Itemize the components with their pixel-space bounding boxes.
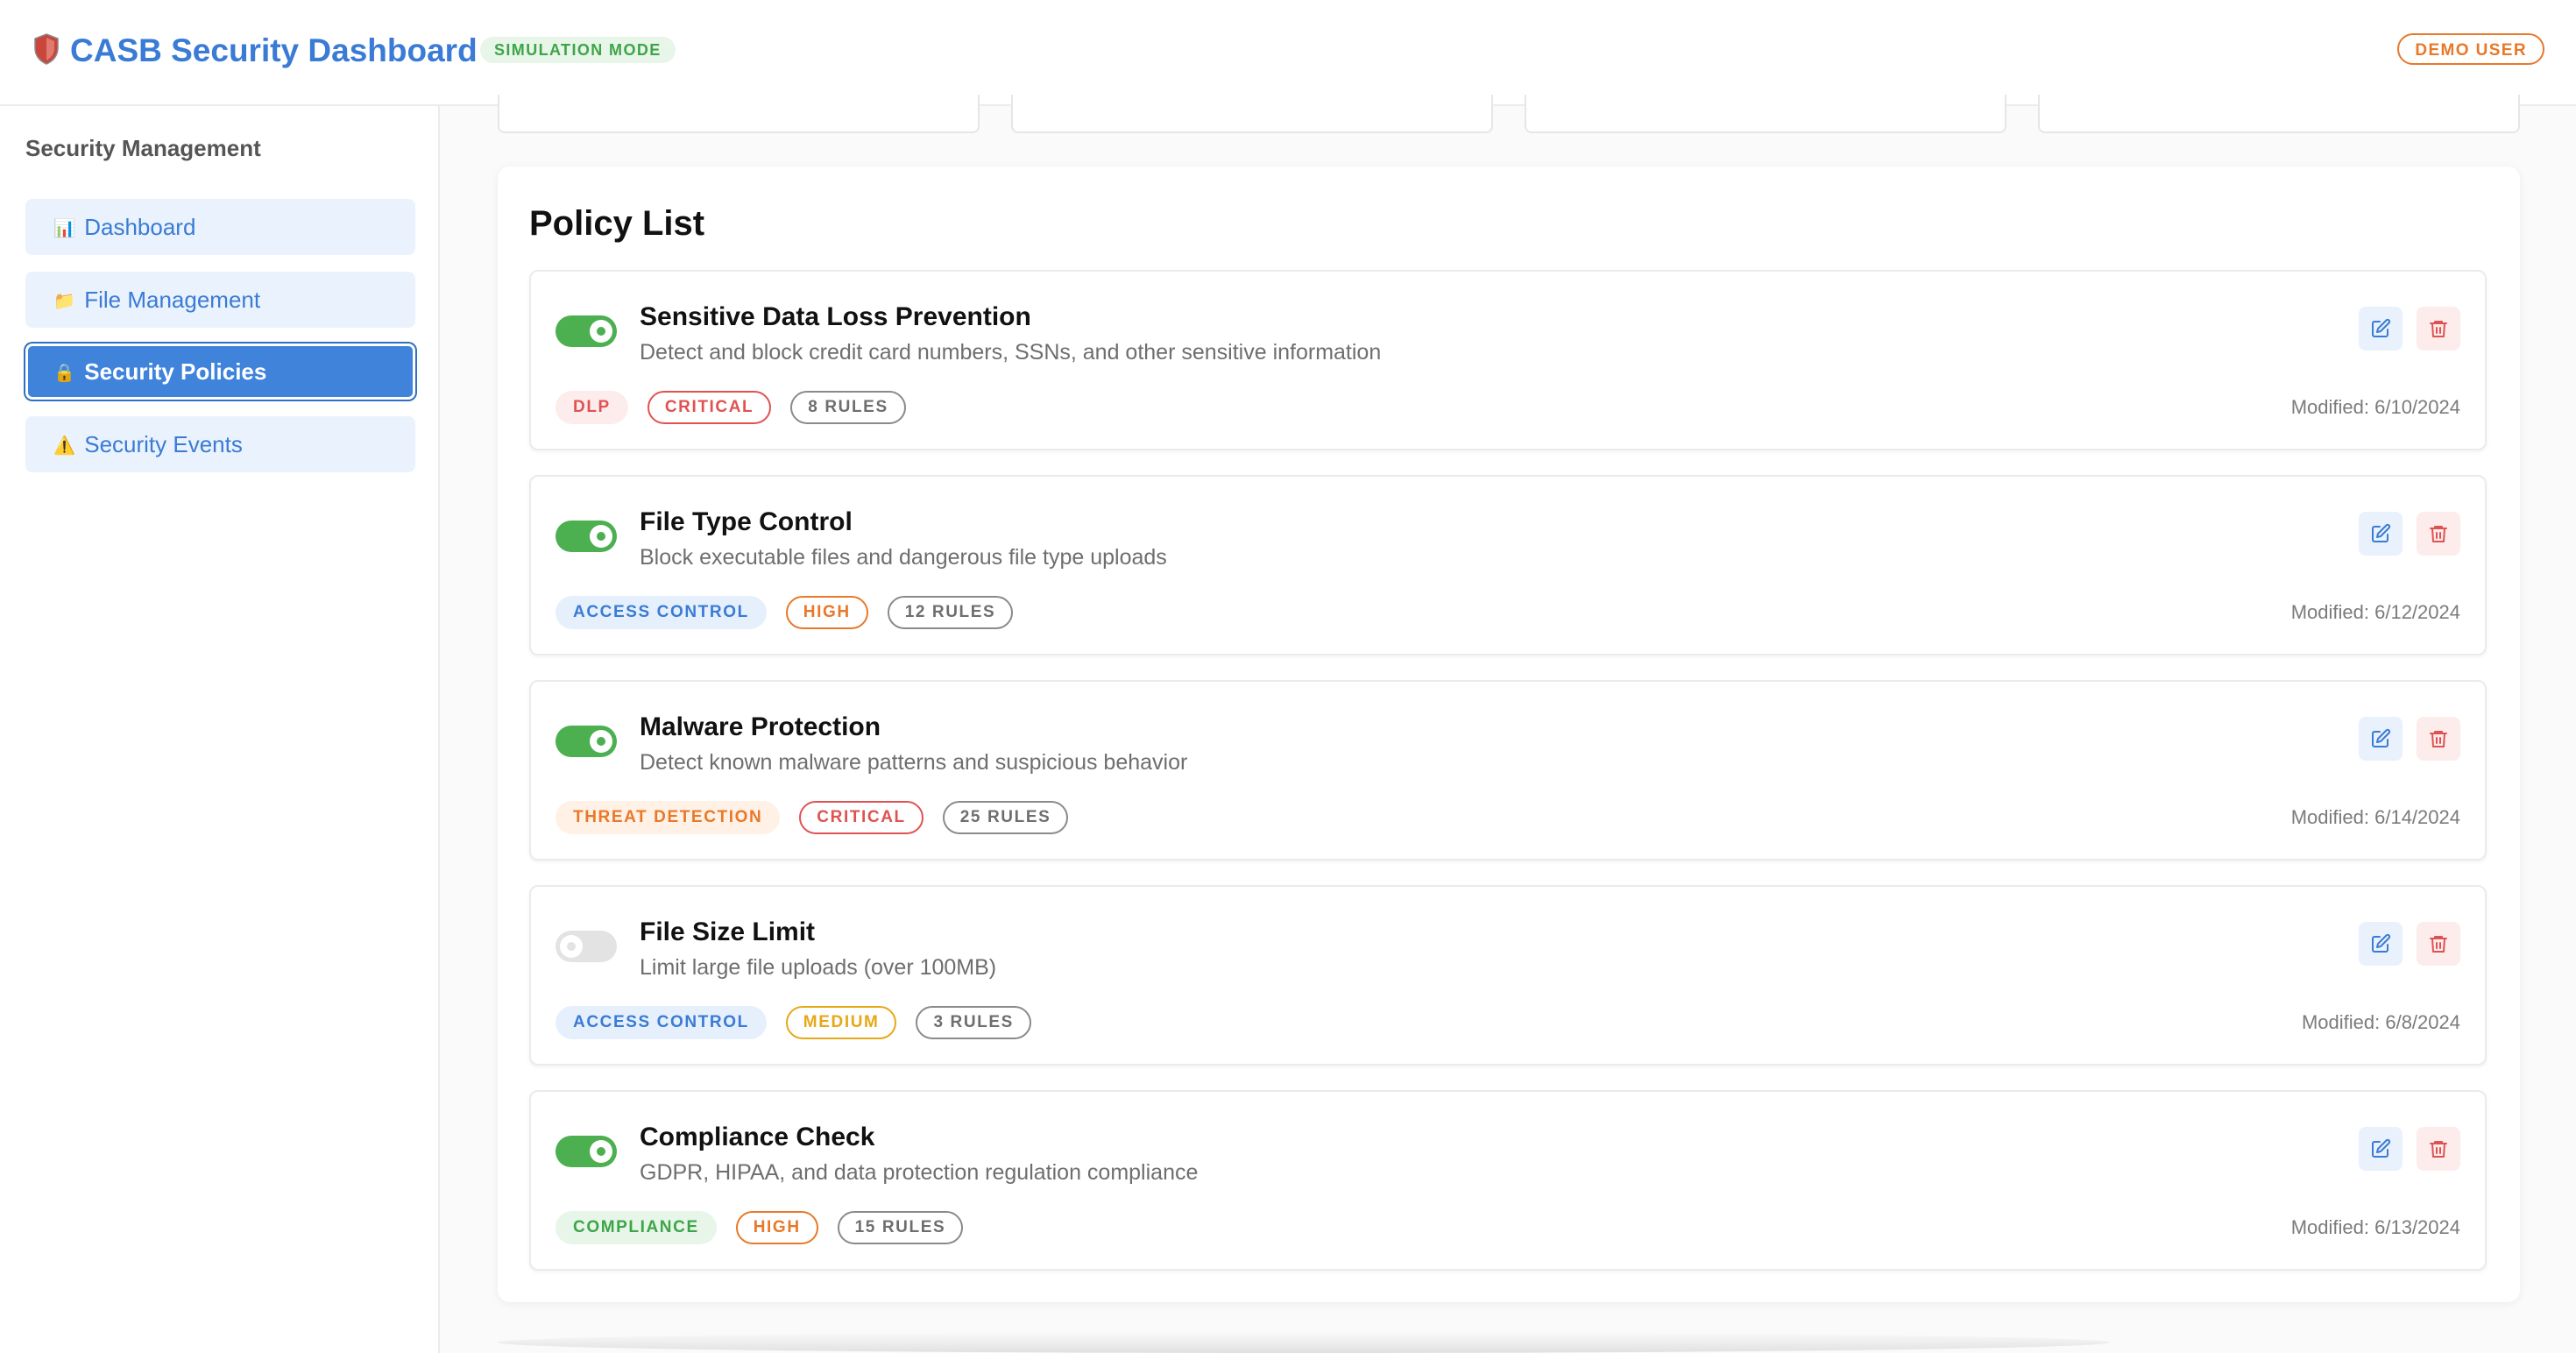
stat-card [2038,95,2520,133]
toggle-knob [590,320,612,343]
delete-button[interactable] [2417,512,2460,556]
rules-count-tag: 12 RULES [887,596,1014,629]
scroll-shadow [498,1332,2110,1353]
rules-count-tag: 8 RULES [790,391,906,424]
sidebar-item-label: File Management [84,287,261,313]
policy-card: Sensitive Data Loss Prevention Detect an… [529,270,2487,450]
modified-date: Modified: 6/10/2024 [2290,396,2460,418]
severity-tag: HIGH [785,596,868,629]
stat-card [1011,95,1493,133]
stat-card [498,95,980,133]
sidebar-item-label: Security Events [84,431,243,457]
policy-toggle[interactable] [556,1136,617,1167]
category-tag: DLP [556,391,628,424]
delete-button[interactable] [2417,307,2460,351]
warning-icon: ⚠️ [53,436,75,457]
policy-description: Block executable files and dangerous fil… [640,545,1167,570]
trash-icon [2430,1141,2447,1158]
policy-list-panel: Policy List Sensitive Data Loss Preventi… [498,166,2520,1302]
edit-button[interactable] [2359,1127,2403,1171]
bar-chart-icon: 📊 [53,219,75,239]
edit-button[interactable] [2359,512,2403,556]
trash-icon [2430,731,2447,747]
policy-name: Malware Protection [640,712,881,741]
lock-icon: 🔒 [53,364,75,384]
rules-count-tag: 25 RULES [942,801,1069,834]
policy-toggle[interactable] [556,521,617,552]
toggle-knob [590,525,612,548]
severity-tag: HIGH [735,1211,818,1244]
delete-button[interactable] [2417,922,2460,966]
folder-icon: 📁 [53,292,75,312]
policy-name: File Size Limit [640,917,816,946]
edit-button[interactable] [2359,717,2403,761]
policy-description: Detect known malware patterns and suspic… [640,750,1188,775]
toggle-knob [590,1140,612,1163]
policy-toggle[interactable] [556,726,617,757]
modified-date: Modified: 6/8/2024 [2301,1011,2460,1033]
severity-tag: CRITICAL [799,801,924,834]
delete-button[interactable] [2417,717,2460,761]
policy-tags: THREAT DETECTION CRITICAL 25 RULES [556,801,1069,834]
edit-icon [2372,523,2391,542]
policy-tags: ACCESS CONTROL MEDIUM 3 RULES [556,1006,1031,1039]
edit-icon [2372,728,2391,747]
edit-button[interactable] [2359,922,2403,966]
policy-card: Malware Protection Detect known malware … [529,680,2487,861]
app-title: CASB Security Dashboard [70,32,478,68]
policy-tags: COMPLIANCE HIGH 15 RULES [556,1211,964,1244]
trash-icon [2430,526,2447,542]
toggle-knob [590,730,612,753]
sidebar-item-label: Security Policies [84,358,267,385]
policy-name: Compliance Check [640,1123,875,1151]
policy-toggle[interactable] [556,315,617,347]
app-header: CASB Security Dashboard SIMULATION MODE … [0,0,2576,106]
stat-card [1525,95,2006,133]
simulation-mode-badge: SIMULATION MODE [480,37,676,63]
trash-icon [2430,936,2447,953]
delete-button[interactable] [2417,1127,2460,1171]
policy-card: File Type Control Block executable files… [529,475,2487,655]
policy-description: Limit large file uploads (over 100MB) [640,955,997,980]
rules-count-tag: 3 RULES [916,1006,1031,1039]
modified-date: Modified: 6/12/2024 [2290,601,2460,623]
category-tag: ACCESS CONTROL [556,1006,767,1039]
rules-count-tag: 15 RULES [837,1211,964,1244]
shield-icon [34,33,59,65]
policy-description: GDPR, HIPAA, and data protection regulat… [640,1160,1199,1185]
panel-title: Policy List [529,204,705,243]
sidebar-item-dashboard[interactable]: 📊 Dashboard [25,199,415,255]
category-tag: COMPLIANCE [556,1211,717,1244]
policy-name: File Type Control [640,507,853,536]
sidebar-heading: Security Management [25,135,261,161]
user-badge[interactable]: DEMO USER [2397,33,2544,65]
policy-card: File Size Limit Limit large file uploads… [529,885,2487,1066]
category-tag: ACCESS CONTROL [556,596,767,629]
severity-tag: CRITICAL [647,391,772,424]
sidebar-item-security-policies[interactable]: 🔒 Security Policies [25,344,415,400]
policy-name: Sensitive Data Loss Prevention [640,302,1031,331]
category-tag: THREAT DETECTION [556,801,781,834]
edit-icon [2372,1138,2391,1158]
edit-icon [2372,933,2391,953]
modified-date: Modified: 6/14/2024 [2290,806,2460,828]
sidebar-item-label: Dashboard [84,214,196,240]
policy-card: Compliance Check GDPR, HIPAA, and data p… [529,1090,2487,1271]
policy-toggle[interactable] [556,931,617,962]
modified-date: Modified: 6/13/2024 [2290,1216,2460,1238]
policy-tags: ACCESS CONTROL HIGH 12 RULES [556,596,1014,629]
edit-icon [2372,318,2391,337]
toggle-knob [560,935,583,958]
sidebar-item-security-events[interactable]: ⚠️ Security Events [25,416,415,472]
trash-icon [2430,321,2447,337]
edit-button[interactable] [2359,307,2403,351]
severity-tag: MEDIUM [785,1006,897,1039]
sidebar: Security Management 📊 Dashboard 📁 File M… [0,106,440,1353]
policy-tags: DLP CRITICAL 8 RULES [556,391,906,424]
sidebar-item-file-management[interactable]: 📁 File Management [25,272,415,328]
policy-description: Detect and block credit card numbers, SS… [640,340,1382,365]
